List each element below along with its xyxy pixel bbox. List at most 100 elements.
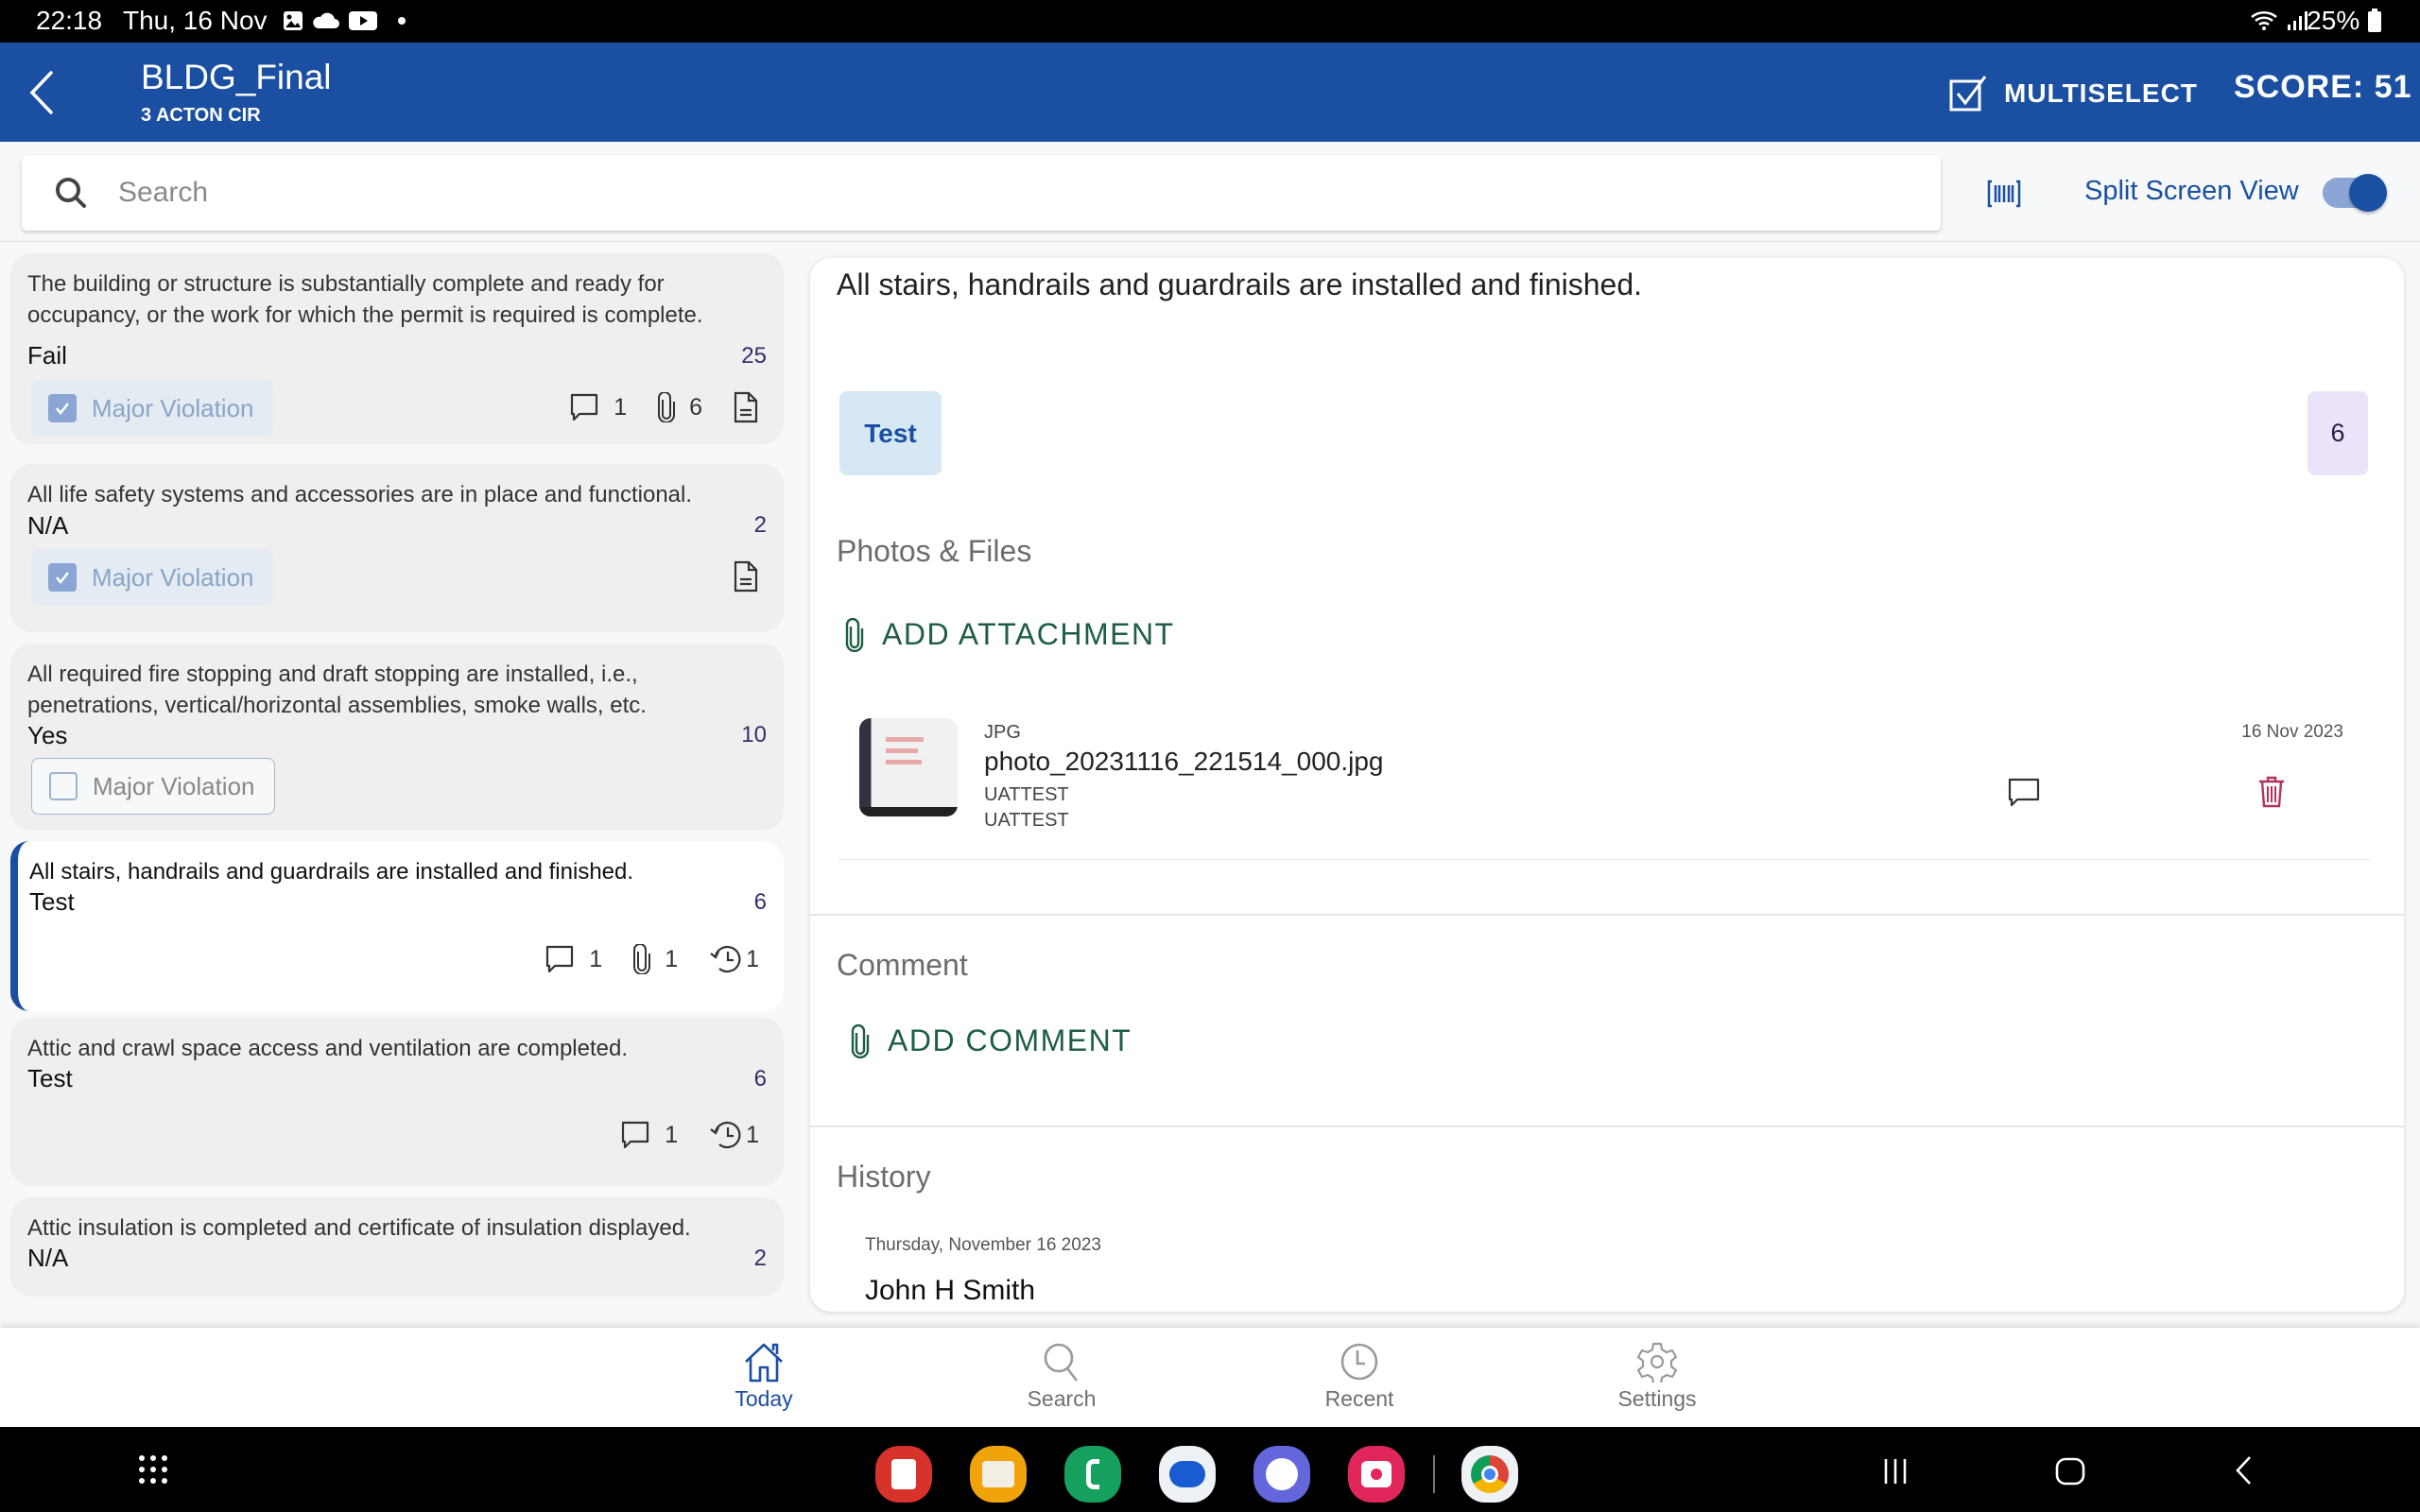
checklist-item[interactable]: Attic insulation is completed and certif… [10,1197,784,1297]
item-question: All required fire stopping and draft sto… [27,662,647,718]
major-violation-checkbox[interactable]: Major Violation [31,758,275,815]
file-date: 16 Nov 2023 [2241,722,2343,742]
score-display: SCORE: 51 [2234,69,2412,105]
search-box[interactable] [22,155,1941,231]
checklist-item[interactable]: Attic and crawl space access and ventila… [10,1018,784,1186]
item-question: Attic insulation is completed and certif… [27,1215,691,1241]
bottom-navigation: Today Search Recent Settings [0,1328,2420,1427]
checklist-item-selected[interactable]: All stairs, handrails and guardrails are… [10,841,784,1011]
paperclip-icon [851,1023,870,1058]
back-button[interactable] [23,67,60,118]
youtube-icon [349,11,377,30]
back-nav-button[interactable] [2235,1455,2254,1486]
barcode-scanner-icon[interactable] [1987,180,2021,208]
split-screen-toggle[interactable] [2323,174,2387,212]
file-owner: UATTEST [984,810,1069,831]
add-attachment-button[interactable]: ADD ATTACHMENT [844,617,1175,652]
wifi-icon [2251,10,2277,30]
internet-app-icon[interactable] [1253,1446,1310,1503]
home-button[interactable] [2055,1457,2085,1486]
item-points: 2 [753,1246,767,1271]
camera-app-icon[interactable] [1348,1446,1405,1503]
comment-icon [546,945,574,973]
checkbox-unchecked-icon [49,772,78,800]
major-violation-checkbox[interactable]: Major Violation [31,549,273,606]
checklist-item[interactable]: All life safety systems and accessories … [10,464,784,632]
photos-files-heading: Photos & Files [837,534,1032,568]
comment-icon [571,393,598,421]
detail-panel: All stairs, handrails and guardrails are… [810,258,2404,1312]
split-screen-label: Split Screen View [2084,176,2299,206]
multiselect-button[interactable]: MULTISELECT [1949,73,2198,114]
battery-percent: 25% [2307,6,2360,35]
checkbox-checked-icon [48,563,77,592]
status-date: Thu, 16 Nov [123,6,268,35]
item-points: 25 [741,343,767,369]
item-points: 10 [741,722,767,747]
recents-button[interactable] [1881,1457,1910,1486]
item-answer: Fail [27,341,67,369]
answer-option-test[interactable]: Test [839,391,942,475]
checklist: The building or structure is substantial… [0,243,794,1328]
comment-count: 1 [568,391,627,423]
checklist-item[interactable]: The building or structure is substantial… [10,253,784,444]
violation-label: Major Violation [92,562,254,592]
item-question: The building or structure is substantial… [27,271,703,328]
history-date: Thursday, November 16 2023 [865,1235,1101,1255]
section-divider [810,1125,2404,1127]
history-user: John H Smith [865,1275,1036,1306]
points-badge: 6 [2308,391,2368,475]
notes-app-icon[interactable] [875,1446,932,1503]
section-divider [810,914,2404,916]
page-subtitle: 3 ACTON CIR [141,105,261,126]
add-comment-label: ADD COMMENT [888,1023,1132,1057]
nav-settings[interactable]: Settings [1563,1341,1752,1412]
item-question: All life safety systems and accessories … [27,482,693,507]
chrome-app-icon[interactable] [1461,1446,1518,1503]
gear-icon [1636,1342,1678,1383]
app-drawer-icon[interactable] [137,1453,169,1486]
checkbox-checked-icon [48,394,77,422]
item-points: 6 [753,1066,767,1091]
phone-app-icon[interactable] [1064,1446,1121,1503]
file-comment-icon[interactable] [2007,777,2041,809]
document-icon[interactable] [733,391,759,423]
document-icon[interactable] [733,560,759,593]
page-title: BLDG_Final [141,58,332,96]
attachment-count: 1 [632,944,678,974]
search-icon [1044,1343,1079,1382]
photo-thumbnail[interactable] [859,718,958,816]
messages-app-icon[interactable] [1159,1446,1216,1503]
detail-question: All stairs, handrails and guardrails are… [837,267,1643,301]
app-bar: BLDG_Final 3 ACTON CIR MULTISELECT SCORE… [0,43,2420,142]
nav-today[interactable]: Today [669,1341,858,1412]
add-comment-button[interactable]: ADD COMMENT [850,1023,1132,1058]
battery-icon [2368,9,2381,32]
paperclip-icon [845,617,864,652]
multiselect-label: MULTISELECT [2004,78,2198,108]
signal-icon [2288,11,2308,30]
checkbox-icon [1949,76,1987,112]
attachment-row: JPG photo_20231116_221514_000.jpg UATTES… [838,718,2370,860]
item-answer: Yes [27,721,68,749]
system-navigation-bar [0,1427,2420,1512]
item-answer: N/A [27,511,69,540]
violation-label: Major Violation [92,393,254,422]
item-question: Attic and crawl space access and ventila… [27,1036,629,1061]
comment-count: 1 [619,1119,678,1151]
history-icon [710,945,741,973]
history-icon [710,1121,741,1149]
item-answer: Test [29,887,75,916]
home-icon [745,1343,783,1383]
cloud-icon [313,12,339,28]
files-app-icon[interactable] [970,1446,1027,1503]
checklist-item[interactable]: All required fire stopping and draft sto… [10,644,784,831]
item-points: 6 [753,889,767,915]
nav-search[interactable]: Search [967,1341,1156,1412]
delete-trash-icon[interactable] [2256,775,2287,809]
search-input[interactable] [118,177,1820,209]
dot-icon [398,17,406,25]
major-violation-checkbox[interactable]: Major Violation [31,380,273,437]
nav-recent[interactable]: Recent [1265,1341,1454,1412]
file-type: JPG [984,722,1021,743]
